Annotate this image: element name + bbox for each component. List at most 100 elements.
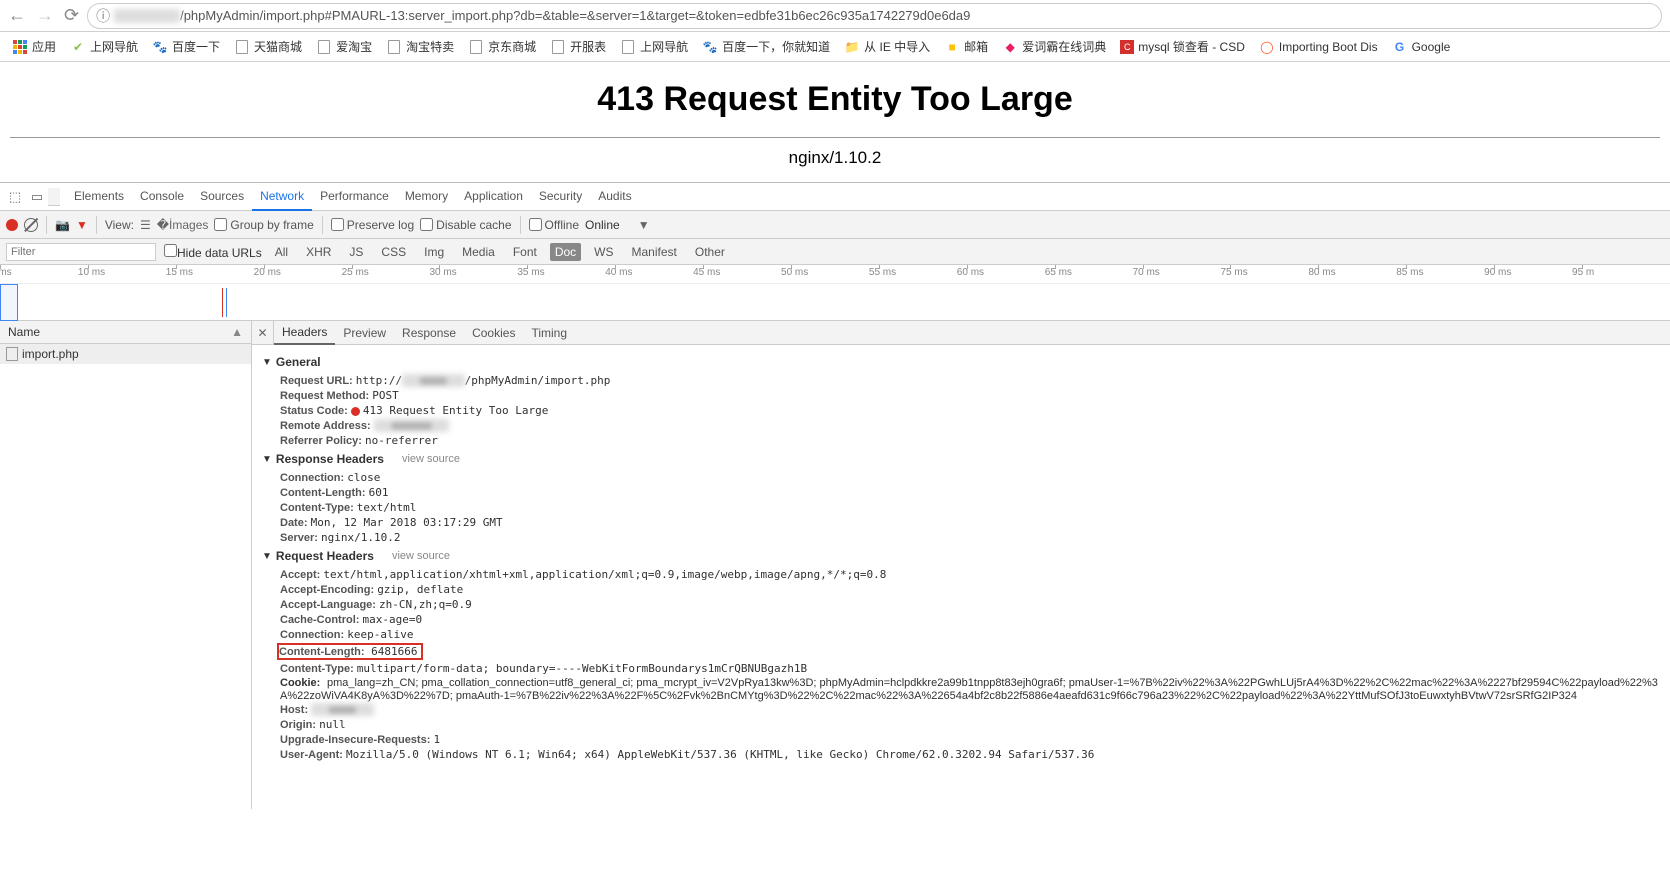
filter-font[interactable]: Font [508,243,542,261]
panel-tab-response[interactable]: Response [394,322,464,344]
file-icon [6,347,18,361]
name-column-header[interactable]: Name [8,325,40,339]
bookmark-item[interactable]: 上网导航 [614,36,694,57]
panel-tab-headers[interactable]: Headers [274,321,335,345]
bookmark-item[interactable]: 🐾百度一下，你就知道 [696,36,836,57]
network-toolbar: 📷 ▼ View: ☰ �İmages Group by frame Prese… [0,211,1670,239]
bookmark-item[interactable]: 🐾百度一下 [146,36,226,57]
url-input[interactable] [180,8,1653,23]
tab-performance[interactable]: Performance [312,183,397,211]
device-toggle-icon[interactable]: ▭ [26,189,48,205]
folder-icon: 📁 [844,39,860,55]
filter-toggle-icon[interactable]: ▼ [76,218,88,232]
request-row[interactable]: import.php [0,344,251,364]
bookmark-icon: ■ [944,39,960,55]
filter-all[interactable]: All [270,243,293,261]
filter-doc[interactable]: Doc [550,243,581,261]
bookmark-item[interactable]: 京东商城 [462,36,542,57]
request-headers-section[interactable]: ▼Request Headersview source [262,545,1660,567]
tab-network[interactable]: Network [252,183,312,211]
view-label: View: [105,218,134,232]
clear-button[interactable] [24,218,38,232]
page-icon [234,39,250,55]
filter-img[interactable]: Img [419,243,449,261]
general-section[interactable]: ▼General [262,351,1660,373]
dropdown-icon[interactable]: ▼ [638,218,650,232]
devtools-tabs: Elements Console Sources Network Perform… [66,183,640,211]
preserve-log[interactable]: Preserve log [331,218,414,232]
panel-tab-timing[interactable]: Timing [523,322,575,344]
response-headers-section[interactable]: ▼Response Headersview source [262,448,1660,470]
record-button[interactable] [6,219,18,231]
bookmark-item[interactable]: 📁从 IE 中导入 [838,36,936,57]
bookmark-icon: C [1120,40,1134,54]
reload-button[interactable]: ⟳ [64,5,79,26]
apps-shortcut[interactable]: 应用 [6,36,62,57]
timeline-selection[interactable] [0,284,18,321]
bookmark-item[interactable]: ◆爱词霸在线词典 [996,36,1112,57]
filter-manifest[interactable]: Manifest [627,243,682,261]
forward-button[interactable]: → [36,5,54,26]
filter-ws[interactable]: WS [589,243,618,261]
address-bar[interactable]: ⓘ xxxxx [87,3,1662,29]
status-badge [351,407,360,416]
hide-data-urls[interactable]: Hide data URLs [164,244,262,260]
bookmark-item[interactable]: 爱淘宝 [310,36,378,57]
bookmark-item[interactable]: 淘宝特卖 [380,36,460,57]
bookmark-icon: 🐾 [702,39,718,55]
devtools-top-bar: ⬚ ▭ Elements Console Sources Network Per… [0,183,1670,211]
highlighted-content-length: Content-Length: 6481666 [277,643,423,660]
tab-application[interactable]: Application [456,183,531,211]
timeline-dom-marker [222,288,223,317]
apps-icon [13,40,27,54]
devtools: ⬚ ▭ Elements Console Sources Network Per… [0,182,1670,809]
sort-icon[interactable]: ▲ [231,325,243,339]
bookmark-item[interactable]: GGoogle [1386,37,1457,57]
bookmark-item[interactable]: ■邮箱 [938,36,994,57]
browser-nav-bar: ← → ⟳ ⓘ xxxxx [0,0,1670,32]
filter-js[interactable]: JS [344,243,368,261]
bookmark-item[interactable]: Cmysql 锁查看 - CSD [1114,36,1251,57]
timeline-load-marker [226,288,227,317]
group-by-frame[interactable]: Group by frame [214,218,313,232]
page-icon [620,39,636,55]
bookmark-item[interactable]: 开服表 [544,36,612,57]
apps-label: 应用 [32,38,56,55]
disable-cache[interactable]: Disable cache [420,218,511,232]
filter-xhr[interactable]: XHR [301,243,336,261]
divider [10,137,1660,138]
filter-css[interactable]: CSS [376,243,411,261]
bookmark-item[interactable]: ◯Importing Boot Dis [1253,37,1384,57]
bookmark-icon: ◯ [1259,39,1275,55]
filter-input[interactable] [6,243,156,261]
server-signature: nginx/1.10.2 [0,148,1670,168]
tab-sources[interactable]: Sources [192,183,252,211]
tab-console[interactable]: Console [132,183,192,211]
filter-media[interactable]: Media [457,243,500,261]
offline-toggle[interactable]: Offline [529,218,579,232]
tab-security[interactable]: Security [531,183,590,211]
view-overview-icon[interactable]: �İmages [157,218,209,232]
bookmark-icon: ◆ [1002,39,1018,55]
tab-audits[interactable]: Audits [590,183,639,211]
site-info-icon[interactable]: ⓘ [96,6,110,26]
throttle-select[interactable]: Online [585,218,620,232]
panel-tab-preview[interactable]: Preview [335,322,394,344]
page-icon [316,39,332,55]
panel-tab-cookies[interactable]: Cookies [464,322,523,344]
tab-elements[interactable]: Elements [66,183,132,211]
close-panel-icon[interactable]: ✕ [252,321,274,344]
headers-panel: ✕ Headers Preview Response Cookies Timin… [252,321,1670,809]
camera-icon[interactable]: 📷 [55,218,70,232]
inspect-icon[interactable]: ⬚ [4,189,26,205]
page-icon [468,39,484,55]
view-large-icon[interactable]: ☰ [140,218,151,232]
bookmark-item[interactable]: 天猫商城 [228,36,308,57]
back-button[interactable]: ← [8,5,26,26]
tab-memory[interactable]: Memory [397,183,456,211]
filter-other[interactable]: Other [690,243,730,261]
bookmark-bar: 应用 ✔上网导航 🐾百度一下 天猫商城 爱淘宝 淘宝特卖 京东商城 开服表 上网… [0,32,1670,62]
bookmark-item[interactable]: ✔上网导航 [64,36,144,57]
page-content: 413 Request Entity Too Large nginx/1.10.… [0,62,1670,182]
network-timeline[interactable]: 5 ms 10 ms 15 ms 20 ms 25 ms 30 ms 35 ms… [0,265,1670,321]
